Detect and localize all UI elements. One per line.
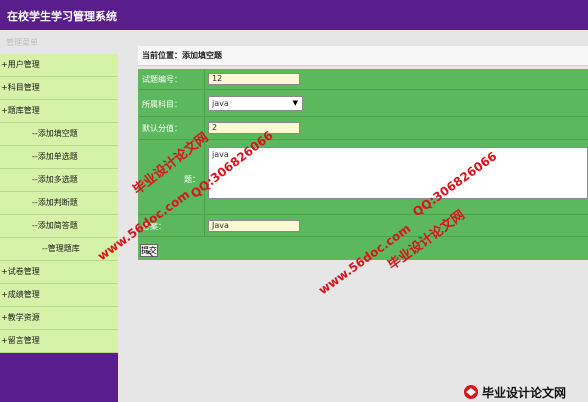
sidebar-header-label: 管理菜单 [6, 38, 38, 47]
subject-select-value: java [212, 99, 229, 108]
sidebar-item-exam-management[interactable]: +试卷管理 [0, 261, 118, 284]
logo-icon [464, 385, 478, 399]
sidebar-item-message-management[interactable]: +留言管理 [0, 330, 118, 353]
sidebar-item-add-multi-choice[interactable]: --添加多选题 [0, 169, 118, 192]
question-id-label: 试题编号： [142, 75, 182, 84]
row-divider [204, 90, 205, 116]
form-row-question-id: 试题编号： 12 [138, 69, 588, 90]
question-textarea[interactable]: java [208, 147, 588, 199]
subject-label: 所属科目： [142, 100, 182, 109]
sidebar-item-teaching-resources[interactable]: +教学资源 [0, 307, 118, 330]
breadcrumb-text: 当前位置：添加填空题 [142, 51, 222, 60]
score-input[interactable]: 2 [208, 122, 300, 134]
sidebar: 管理菜单 +用户管理 +科目管理 +题库管理 --添加填空题 --添加单选题 -… [0, 30, 118, 402]
question-id-input[interactable]: 12 [208, 73, 300, 85]
row-divider [204, 69, 205, 89]
sidebar-menu: +用户管理 +科目管理 +题库管理 --添加填空题 --添加单选题 --添加多选… [0, 54, 118, 353]
sidebar-item-score-management[interactable]: +成绩管理 [0, 284, 118, 307]
sidebar-item-subject-management[interactable]: +科目管理 [0, 77, 118, 100]
sidebar-item-add-single-choice[interactable]: --添加单选题 [0, 146, 118, 169]
mouse-cursor-icon: ↖ [146, 249, 155, 260]
sidebar-item-add-short-answer[interactable]: --添加简答题 [0, 215, 118, 238]
form-row-answer: 答案： Java [138, 215, 588, 237]
sidebar-item-user-management[interactable]: +用户管理 [0, 54, 118, 77]
breadcrumb: 当前位置：添加填空题 [138, 46, 588, 66]
logo-text: 毕业设计论文网 [482, 386, 567, 400]
sidebar-item-add-fill-blank[interactable]: --添加填空题 [0, 123, 118, 146]
form-row-subject: 所属科目： java ▼ [138, 90, 588, 117]
subject-select[interactable]: java ▼ [208, 96, 303, 111]
app-title: 在校学生学习管理系统 [7, 10, 117, 23]
add-question-form: 试题编号： 12 所属科目： java ▼ 默认分值： 2 题： java 答案… [138, 69, 588, 260]
score-label: 默认分值： [142, 124, 182, 133]
sidebar-item-add-true-false[interactable]: --添加判断题 [0, 192, 118, 215]
header-bar: 在校学生学习管理系统 [0, 0, 588, 30]
site-logo: 毕业设计论文网 [462, 382, 588, 402]
sidebar-item-question-bank[interactable]: +题库管理 [0, 100, 118, 123]
row-divider [204, 215, 205, 236]
sidebar-header: 管理菜单 [0, 30, 118, 54]
dropdown-arrow-icon: ▼ [292, 99, 298, 107]
answer-input[interactable]: Java [208, 220, 300, 232]
